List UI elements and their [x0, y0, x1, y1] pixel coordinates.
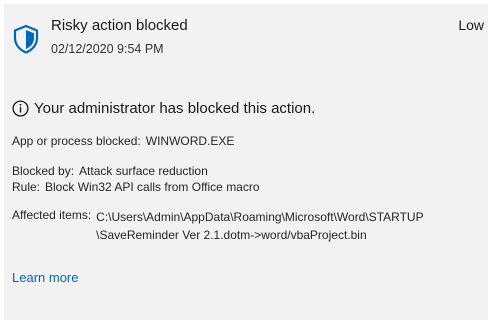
app-label: App or process blocked: [12, 134, 141, 148]
rule-field: Rule: Block Win32 API calls from Office m… [12, 180, 260, 194]
severity-label: Low [458, 17, 484, 33]
affected-path-line: C:\Users\Admin\AppData\Roaming\Microsoft… [96, 210, 424, 224]
app-field: App or process blocked: WINWORD.EXE [12, 134, 234, 148]
affected-label: Affected items: [12, 208, 92, 222]
notification-card: Risky action blocked 02/12/2020 9:54 PM … [4, 4, 488, 320]
notification-timestamp: 02/12/2020 9:54 PM [51, 42, 164, 56]
rule-label: Rule: [12, 180, 41, 194]
affected-paths: C:\Users\Admin\AppData\Roaming\Microsoft… [96, 208, 423, 244]
shield-icon [13, 24, 39, 54]
blocked-by-label: Blocked by: [12, 164, 75, 178]
affected-items-field: Affected items: C:\Users\Admin\AppData\R… [12, 208, 424, 244]
info-icon [12, 100, 29, 117]
learn-more-link[interactable]: Learn more [12, 270, 78, 285]
notification-title: Risky action blocked [51, 17, 188, 34]
blocked-by-value: Attack surface reduction [79, 164, 208, 178]
app-value: WINWORD.EXE [145, 134, 235, 148]
block-message: Your administrator has blocked this acti… [34, 100, 316, 117]
blocked-by-field: Blocked by: Attack surface reduction [12, 164, 208, 178]
affected-path-line: \SaveReminder Ver 2.1.dotm->word/vbaProj… [96, 228, 367, 242]
message-row: Your administrator has blocked this acti… [12, 100, 315, 117]
rule-value: Block Win32 API calls from Office macro [45, 180, 260, 194]
